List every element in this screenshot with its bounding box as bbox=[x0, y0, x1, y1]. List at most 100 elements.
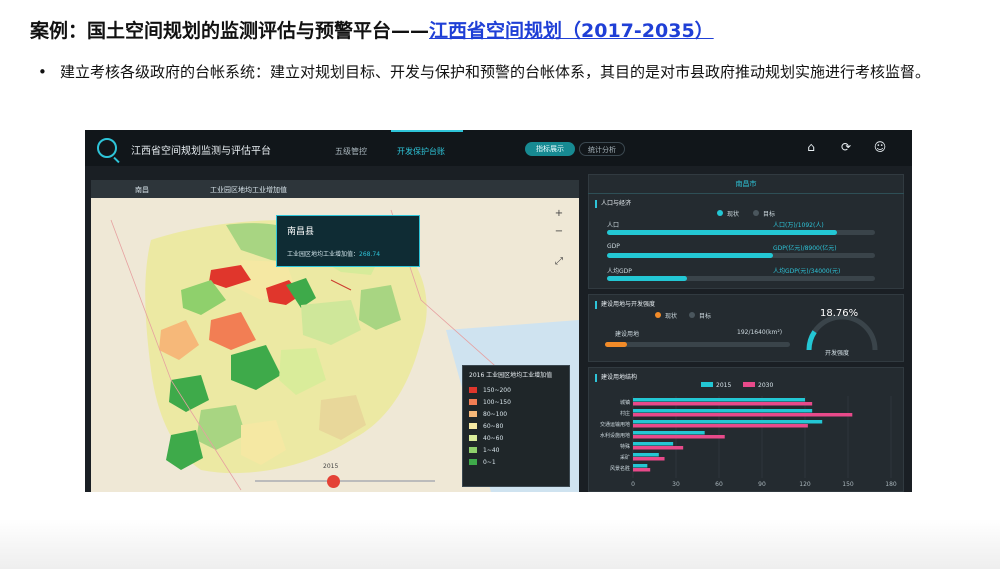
x-tick-label: 150 bbox=[842, 481, 854, 488]
metric-bar-fill bbox=[607, 253, 774, 258]
legend-title: 2016 工业园区地均工业增加值 bbox=[469, 372, 553, 379]
slide-bottom-band bbox=[0, 519, 1000, 569]
legend2-target-label: 目标 bbox=[699, 313, 712, 320]
legend-label: 0~1 bbox=[483, 458, 496, 466]
land-structure-chart: 2015 2030 0 30 60 90 120 150 180 城镇村庄交通运输用地水利设施用地… bbox=[600, 382, 897, 488]
gauge-value: 18.76% bbox=[820, 308, 859, 319]
metric-value: 人均GDP(元)/34000(元) bbox=[773, 268, 841, 275]
legend-swatch bbox=[469, 411, 477, 417]
tooltip-metric-value: 268.74 bbox=[359, 251, 381, 258]
user-icon[interactable]: ☺ bbox=[873, 140, 887, 154]
category-label: 水利设施用地 bbox=[600, 432, 630, 439]
dashboard-screenshot: 江西省空间规划监测与评估平台 五级管控 开发保护台账 指标展示 统计分析 ⌂ ⟳… bbox=[85, 130, 912, 492]
fullscreen-icon[interactable]: ⤢ bbox=[553, 256, 565, 268]
bar bbox=[633, 398, 805, 402]
zoom-in-icon[interactable]: + bbox=[553, 208, 565, 220]
nav-tab-five-level[interactable]: 五级管控 bbox=[335, 146, 367, 157]
land-label: 建设用地 bbox=[615, 331, 640, 338]
bar bbox=[633, 402, 813, 406]
tooltip-metric: 工业园区地均工业增加值：268.74 bbox=[287, 249, 380, 258]
legend-swatch bbox=[469, 399, 477, 405]
timeline-handle[interactable] bbox=[327, 475, 340, 488]
metric-value: GDP(亿元)/8900(亿元) bbox=[773, 245, 837, 252]
legend-swatch bbox=[469, 447, 477, 453]
indicator-select[interactable]: 工业园区地均工业增加值 bbox=[210, 185, 287, 195]
x-tick-label: 30 bbox=[672, 481, 680, 488]
legend-row: 100~150 bbox=[469, 396, 563, 408]
x-tick-label: 180 bbox=[885, 481, 897, 488]
metric-label: 人均GDP bbox=[607, 268, 632, 275]
legend-row: 0~1 bbox=[469, 456, 563, 468]
legend2-current-label: 现状 bbox=[665, 313, 678, 320]
gauge-label: 开发强度 bbox=[825, 350, 850, 357]
series-legend-swatch bbox=[743, 382, 755, 387]
gauge-arc bbox=[806, 330, 817, 351]
toggle-indicators[interactable]: 指标展示 bbox=[525, 142, 575, 156]
land-value: 192/1640(km²) bbox=[737, 329, 783, 336]
legend-current-label: 现状 bbox=[727, 211, 740, 218]
series-legend-label: 2015 bbox=[716, 382, 731, 389]
bullet-dot: • bbox=[38, 63, 47, 81]
region-select[interactable]: 南昌 bbox=[135, 185, 149, 195]
timeline-track[interactable] bbox=[255, 480, 435, 482]
category-label: 采矿 bbox=[620, 454, 630, 461]
legend-row: 60~80 bbox=[469, 420, 563, 432]
slide-title-prefix: 案例：国土空间规划的监测评估与预警平台—— bbox=[30, 20, 430, 42]
bar bbox=[633, 464, 648, 468]
nav-active-indicator bbox=[391, 130, 463, 132]
legend-label: 40~60 bbox=[483, 434, 504, 442]
legend-target-dot bbox=[753, 210, 759, 216]
bar bbox=[633, 457, 665, 461]
category-label: 交通运输用地 bbox=[600, 421, 630, 428]
map-legend: 2016 工业园区地均工业增加值 150~200 100~150 80~100 60~… bbox=[462, 365, 570, 487]
slide-title-link[interactable]: 江西省空间规划（2017-2035） bbox=[429, 20, 714, 42]
legend-label: 80~100 bbox=[483, 410, 508, 418]
refresh-icon[interactable]: ⟳ bbox=[839, 140, 853, 154]
series-legend-label: 2030 bbox=[758, 382, 773, 389]
bar bbox=[633, 431, 705, 435]
city-label: 南昌市 bbox=[588, 174, 904, 194]
bar bbox=[633, 453, 659, 457]
metric-bar-fill bbox=[607, 230, 838, 235]
legend-label: 100~150 bbox=[483, 398, 511, 406]
bar bbox=[633, 413, 853, 417]
land-bar-fill bbox=[605, 342, 628, 347]
bar bbox=[633, 420, 823, 424]
platform-title: 江西省空间规划监测与评估平台 bbox=[131, 146, 271, 157]
bullet-item: • 建立考核各级政府的台帐系统：建立对规划目标、开发与保护和预警的台帐体系，其目… bbox=[38, 60, 958, 85]
bullet-text: 建立考核各级政府的台帐系统：建立对规划目标、开发与保护和预警的台帐体系，其目的是… bbox=[60, 63, 931, 81]
x-tick-label: 60 bbox=[715, 481, 723, 488]
x-tick-label: 0 bbox=[631, 481, 635, 488]
tooltip-county: 南昌县 bbox=[287, 227, 315, 237]
legend-label: 150~200 bbox=[483, 386, 511, 394]
metric-value: 人口(万)/1092(人) bbox=[773, 222, 824, 229]
home-icon[interactable]: ⌂ bbox=[804, 140, 818, 154]
legend-swatch bbox=[469, 459, 477, 465]
bar bbox=[633, 446, 684, 450]
legend-target-label: 目标 bbox=[763, 211, 776, 218]
legend-swatch bbox=[469, 387, 477, 393]
zoom-out-icon[interactable]: − bbox=[553, 226, 565, 238]
legend-row: 80~100 bbox=[469, 408, 563, 420]
toggle-statistics[interactable]: 统计分析 bbox=[579, 142, 625, 156]
legend-current-dot bbox=[717, 210, 723, 216]
panel2-title: 建设用地与开发强度 bbox=[595, 301, 655, 309]
legend-swatch bbox=[469, 435, 477, 441]
legend-label: 60~80 bbox=[483, 422, 504, 430]
legend2-target-dot bbox=[689, 312, 695, 318]
panel1-title: 人口与经济 bbox=[595, 200, 631, 208]
metric-bar-fill bbox=[607, 276, 688, 281]
bar bbox=[633, 442, 674, 446]
nav-tab-ledger[interactable]: 开发保护台账 bbox=[397, 146, 445, 157]
legend-swatch bbox=[469, 423, 477, 429]
slide-title: 案例：国土空间规划的监测评估与预警平台——江西省空间规划（2017-2035） bbox=[30, 16, 714, 43]
x-tick-label: 120 bbox=[799, 481, 811, 488]
map-tooltip: 南昌县 工业园区地均工业增加值：268.74 bbox=[276, 215, 420, 267]
legend2-current-dot bbox=[655, 312, 661, 318]
tooltip-metric-label: 工业园区地均工业增加值： bbox=[287, 251, 360, 258]
category-label: 城镇 bbox=[620, 399, 630, 406]
category-label: 风景名胜 bbox=[610, 465, 630, 472]
map-filter-bar bbox=[91, 180, 579, 198]
series-legend-swatch bbox=[701, 382, 713, 387]
bar bbox=[633, 435, 725, 439]
